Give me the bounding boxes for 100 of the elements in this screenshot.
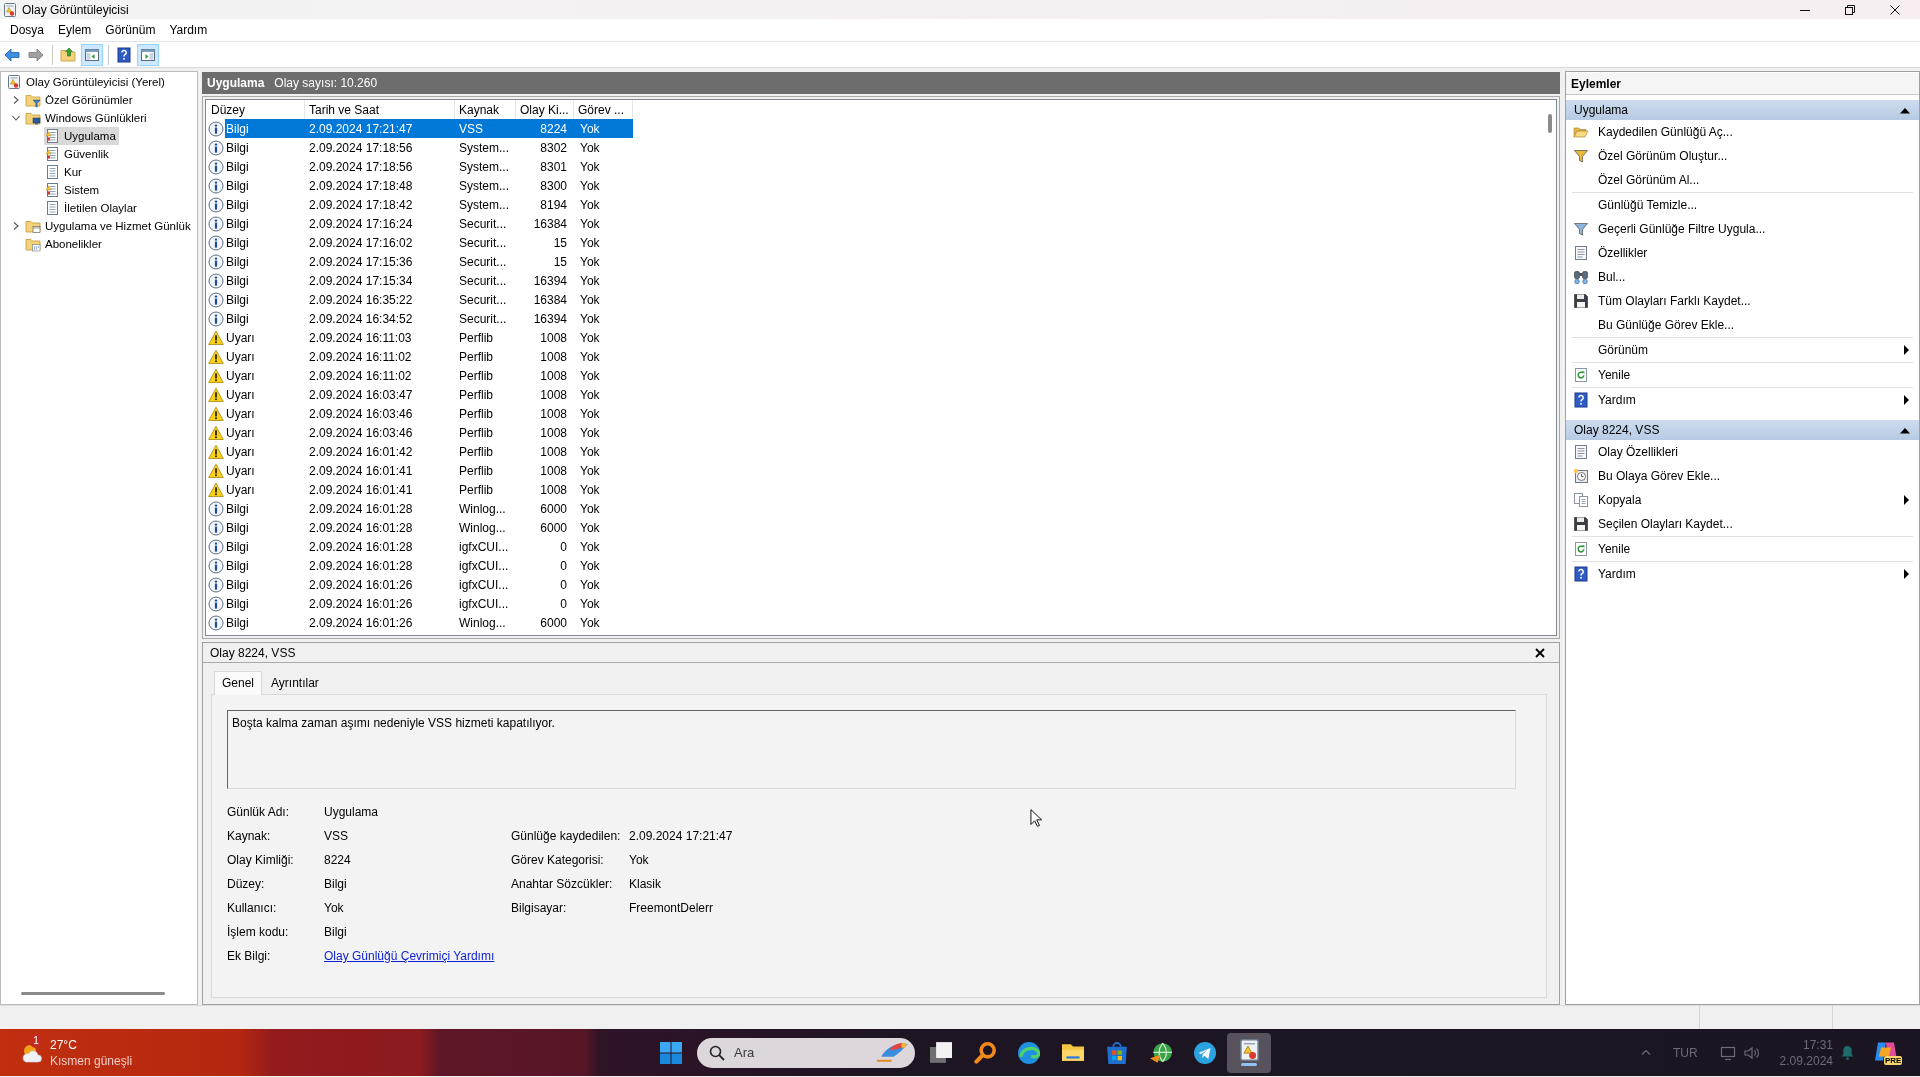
action-item[interactable]: Özel Görünüm Oluştur...: [1566, 144, 1919, 168]
tree-item[interactable]: Kur: [44, 163, 85, 181]
action-item[interactable]: Bul...: [1566, 265, 1919, 289]
table-cell-text: 0: [559, 596, 568, 611]
table-row[interactable]: Bilgi 2.09.2024 17:16:24 Securit... 16384 Yok: [207, 214, 633, 233]
menu-item[interactable]: Görünüm: [98, 20, 163, 40]
table-row[interactable]: Uyarı 2.09.2024 16:01:41 Perflib 1008 Yok: [207, 461, 633, 480]
action-item[interactable]: Yardım: [1566, 388, 1919, 412]
action-item[interactable]: Bu Olaya Görev Ekle...: [1566, 464, 1919, 488]
collapse-triangle-icon[interactable]: [1900, 426, 1910, 434]
table-cell-text: Yok: [579, 596, 601, 611]
action-item[interactable]: Günlüğü Temizle...: [1566, 193, 1919, 217]
action-item[interactable]: Yardım: [1566, 562, 1919, 586]
table-row[interactable]: Bilgi 2.09.2024 17:18:56 System... 8301 Yok: [207, 157, 633, 176]
table-cell-text: Yok: [579, 311, 601, 326]
action-item[interactable]: Tüm Olayları Farklı Kaydet...: [1566, 289, 1919, 313]
table-row[interactable]: Uyarı 2.09.2024 16:01:42 Perflib 1008 Yok: [207, 442, 633, 461]
search-field[interactable]: Ara: [697, 1037, 915, 1068]
column-header[interactable]: Kaynak: [455, 100, 516, 119]
table-row[interactable]: Uyarı 2.09.2024 16:01:41 Perflib 1008 Yok: [207, 480, 633, 499]
action-pane-button[interactable]: [137, 43, 159, 66]
table-cell-text: 8194: [539, 197, 568, 212]
table-row[interactable]: Uyarı 2.09.2024 16:03:46 Perflib 1008 Yok: [207, 404, 633, 423]
section-header[interactable]: Olay 8224, VSS: [1566, 420, 1919, 440]
console-tree-button[interactable]: [81, 43, 103, 66]
action-item[interactable]: Seçilen Olayları Kaydet...: [1566, 512, 1919, 536]
table-row[interactable]: Bilgi 2.09.2024 16:35:22 Securit... 16384 Yok: [207, 290, 633, 309]
tree-item[interactable]: Sistem: [44, 181, 103, 199]
table-row[interactable]: Bilgi 2.09.2024 16:01:28 Winlog... 6000 Yok: [207, 518, 633, 537]
table-row[interactable]: Uyarı 2.09.2024 16:03:46 Perflib 1008 Yok: [207, 423, 633, 442]
table-cell: Uyarı: [226, 482, 255, 497]
table-cell: Bilgi: [226, 273, 249, 288]
action-item[interactable]: Görünüm: [1566, 338, 1919, 362]
table-row[interactable]: Bilgi 2.09.2024 17:16:02 Securit... 15 Yok: [207, 233, 633, 252]
action-item[interactable]: Kopyala: [1566, 488, 1919, 512]
action-item[interactable]: Özellikler: [1566, 241, 1919, 265]
section-header[interactable]: Uygulama: [1566, 100, 1919, 120]
table-cell-text: 2.09.2024 16:01:41: [308, 482, 414, 497]
menu-item[interactable]: Yardım: [162, 20, 215, 40]
chevron-right-icon[interactable]: [11, 95, 21, 105]
info-icon: [208, 120, 224, 137]
action-item[interactable]: Geçerli Günlüğe Filtre Uygula...: [1566, 217, 1919, 241]
table-row[interactable]: Bilgi 2.09.2024 17:18:56 System... 8302 Yok: [207, 138, 633, 157]
table-row[interactable]: Bilgi 2.09.2024 16:34:52 Securit... 16394 Yok: [207, 309, 633, 328]
table-row[interactable]: Bilgi 2.09.2024 17:15:34 Securit... 16394 Yok: [207, 271, 633, 290]
warning-icon: [208, 386, 224, 403]
table-cell-text: 1008: [539, 330, 568, 345]
help-link[interactable]: Olay Günlüğü Çevrimiçi Yardımı: [324, 949, 495, 963]
action-item[interactable]: Kaydedilen Günlüğü Aç...: [1566, 120, 1919, 144]
taskbar-button[interactable]: [1227, 1032, 1271, 1073]
collapse-triangle-icon[interactable]: [1900, 106, 1910, 114]
tree-item[interactable]: Özel Görünümler: [25, 91, 136, 109]
column-header[interactable]: Düzey: [207, 100, 305, 119]
table-cell: Bilgi: [226, 235, 249, 250]
menu-item[interactable]: Dosya: [3, 20, 51, 40]
action-item[interactable]: Bu Günlüğe Görev Ekle...: [1566, 313, 1919, 337]
tab[interactable]: Ayrıntılar: [265, 673, 325, 694]
table-row[interactable]: Bilgi 2.09.2024 17:15:36 Securit... 15 Yok: [207, 252, 633, 271]
table-cell-text: Yok: [579, 615, 601, 630]
action-item[interactable]: Özel Görünüm Al...: [1566, 168, 1919, 192]
table-cell: Uyarı: [226, 425, 255, 440]
tree-item[interactable]: Windows Günlükleri: [25, 109, 150, 127]
table-row[interactable]: Uyarı 2.09.2024 16:11:02 Perflib 1008 Yok: [207, 366, 633, 385]
chevron-down-icon[interactable]: [11, 113, 21, 123]
folder-funnel-icon: [25, 92, 41, 108]
table-row[interactable]: Uyarı 2.09.2024 16:03:47 Perflib 1008 Yok: [207, 385, 633, 404]
tree-item[interactable]: Abonelikler: [25, 235, 105, 253]
action-item[interactable]: Yenile: [1566, 363, 1919, 387]
table-row[interactable]: Bilgi 2.09.2024 17:21:47 VSS 8224 Yok: [207, 119, 633, 138]
menu-item[interactable]: Eylem: [51, 20, 99, 40]
tree-item[interactable]: İletilen Olaylar: [44, 199, 140, 217]
column-header[interactable]: Olay Ki...: [516, 100, 574, 119]
tree-item[interactable]: Uygulama: [44, 127, 119, 145]
table-cell-text: 2.09.2024 16:11:03: [308, 330, 413, 345]
table-row[interactable]: Bilgi 2.09.2024 16:01:26 igfxCUI... 0 Yok: [207, 575, 633, 594]
tree-item[interactable]: Olay Görüntüleyicisi (Yerel): [6, 73, 168, 91]
table-cell-text: igfxCUI...: [458, 577, 510, 592]
table-cell: Uyarı: [226, 330, 255, 345]
table-row[interactable]: Bilgi 2.09.2024 16:01:26 Winlog... 6000 Yok: [207, 613, 633, 632]
table-cell-text: 15: [552, 254, 568, 269]
document-warning-icon: [44, 146, 60, 162]
chevron-right-icon[interactable]: [11, 221, 21, 231]
table-row[interactable]: Bilgi 2.09.2024 17:18:42 System... 8194 Yok: [207, 195, 633, 214]
tree-item[interactable]: Uygulama ve Hizmet Günlük: [25, 217, 194, 235]
table-row[interactable]: Bilgi 2.09.2024 16:01:28 Winlog... 6000 Yok: [207, 499, 633, 518]
tree-item[interactable]: Güvenlik: [44, 145, 112, 163]
table-cell-text: Yok: [579, 406, 601, 421]
search-icon: [709, 1044, 725, 1061]
column-header[interactable]: Görev ...: [574, 100, 633, 119]
table-row[interactable]: Bilgi 2.09.2024 16:01:28 igfxCUI... 0 Yok: [207, 537, 633, 556]
table-row[interactable]: Bilgi 2.09.2024 16:01:26 igfxCUI... 0 Yok: [207, 594, 633, 613]
action-item[interactable]: Yenile: [1566, 537, 1919, 561]
table-row[interactable]: Bilgi 2.09.2024 16:01:28 igfxCUI... 0 Yok: [207, 556, 633, 575]
table-row[interactable]: Uyarı 2.09.2024 16:11:02 Perflib 1008 Yok: [207, 347, 633, 366]
table-cell-text: Securit...: [458, 216, 508, 231]
table-row[interactable]: Uyarı 2.09.2024 16:11:03 Perflib 1008 Yok: [207, 328, 633, 347]
column-header[interactable]: Tarih ve Saat: [305, 100, 455, 119]
action-item[interactable]: Olay Özellikleri: [1566, 440, 1919, 464]
tab[interactable]: Genel: [214, 671, 263, 695]
table-row[interactable]: Bilgi 2.09.2024 17:18:48 System... 8300 Yok: [207, 176, 633, 195]
